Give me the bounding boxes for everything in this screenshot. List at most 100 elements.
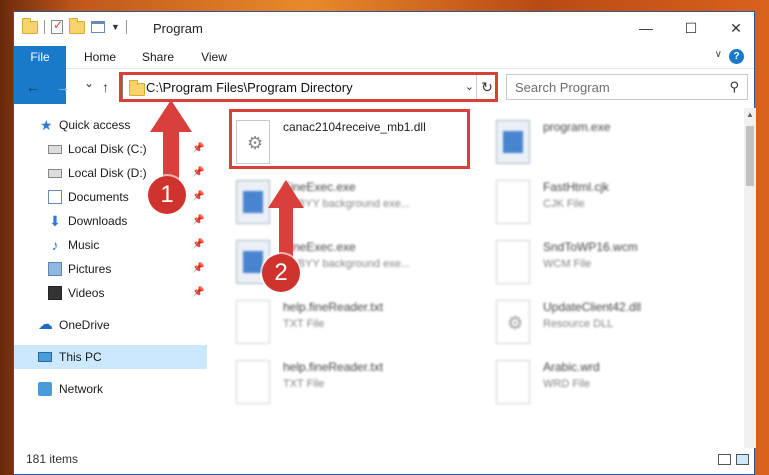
separator bbox=[125, 20, 127, 34]
tab-home[interactable]: Home bbox=[78, 46, 122, 68]
download-icon: ⬇ bbox=[49, 213, 61, 229]
scrollbar-thumb[interactable] bbox=[746, 126, 754, 186]
sidebar-item-label: Documents bbox=[68, 190, 129, 204]
pin-icon[interactable]: 📌 bbox=[192, 257, 204, 281]
sidebar-item-pictures[interactable]: Pictures 📌 bbox=[14, 257, 207, 281]
properties-icon[interactable] bbox=[91, 21, 105, 33]
search-input[interactable]: Search Program ⚲ bbox=[506, 74, 748, 100]
exe-file-icon bbox=[496, 120, 530, 164]
sidebar-item-label: Videos bbox=[68, 286, 105, 300]
file-name: UpdateClient42.dll bbox=[543, 300, 642, 314]
sidebar-item-videos[interactable]: Videos 📌 bbox=[14, 281, 207, 305]
drive-icon bbox=[48, 145, 62, 154]
separator bbox=[44, 20, 45, 34]
file-item[interactable]: help.fineReader.txt TXT File bbox=[224, 294, 474, 352]
item-count: 181 items bbox=[26, 452, 79, 466]
gear-icon: ⚙ bbox=[507, 313, 524, 333]
details-view-icon[interactable] bbox=[718, 454, 731, 465]
arrow-up-icon bbox=[268, 180, 304, 264]
file-item[interactable]: FastHtml.cjk CJK File bbox=[484, 174, 734, 232]
file-item[interactable]: FineExec.exe ABBYY background exe... bbox=[224, 234, 474, 292]
sidebar-item-label: Music bbox=[68, 238, 100, 252]
pin-icon[interactable]: 📌 bbox=[192, 281, 204, 305]
videos-icon bbox=[48, 286, 62, 300]
file-name: Arabic.wrd bbox=[543, 360, 600, 374]
sidebar-item-label: Quick access bbox=[59, 118, 131, 132]
forward-button[interactable]: → bbox=[56, 79, 70, 95]
sidebar-item-label: Network bbox=[59, 382, 104, 396]
quick-access-toolbar: ▼ bbox=[22, 17, 127, 34]
sidebar-item-network[interactable]: Network bbox=[14, 377, 207, 401]
exe-file-icon bbox=[236, 180, 270, 224]
cloud-icon: ☁ bbox=[38, 316, 53, 333]
sidebar-item-music[interactable]: ♪ Music 📌 bbox=[14, 233, 207, 257]
star-icon: ★ bbox=[40, 117, 53, 133]
txt-file-icon bbox=[236, 360, 270, 404]
vertical-scrollbar[interactable]: ▲ bbox=[744, 108, 756, 448]
help-icon[interactable]: ? bbox=[729, 49, 744, 64]
file-name: help.fineReader.txt bbox=[283, 300, 384, 314]
file-icon bbox=[496, 360, 530, 404]
sidebar-item-label: Local Disk (D:) bbox=[68, 166, 147, 180]
customize-dropdown-icon[interactable]: ▼ bbox=[111, 22, 120, 32]
search-placeholder: Search Program bbox=[515, 80, 610, 95]
file-icon bbox=[496, 240, 530, 284]
sidebar-item-label: This PC bbox=[59, 350, 102, 364]
tab-share[interactable]: Share bbox=[136, 46, 180, 68]
sidebar-item-label: Local Disk (C:) bbox=[68, 142, 147, 156]
minimize-button[interactable]: — bbox=[631, 20, 661, 36]
dll-file-icon: ⚙ bbox=[496, 300, 530, 344]
computer-icon bbox=[38, 352, 52, 362]
file-name: SndToWP16.wcm bbox=[543, 240, 638, 254]
file-type: CJK File bbox=[543, 198, 585, 210]
maximize-button[interactable]: ☐ bbox=[676, 20, 706, 37]
sidebar-item-this-pc[interactable]: This PC bbox=[14, 345, 207, 369]
file-name: help.fineReader.txt bbox=[283, 360, 384, 374]
tab-view[interactable]: View bbox=[194, 46, 234, 68]
recent-locations-button[interactable]: ⌄ bbox=[84, 76, 94, 90]
title-bar: ▼ Program — ☐ ✕ bbox=[14, 12, 754, 46]
file-type: Resource DLL bbox=[543, 318, 614, 330]
step-badge-1: 1 bbox=[148, 176, 186, 214]
file-type: TXT File bbox=[283, 378, 325, 390]
file-type: TXT File bbox=[283, 318, 325, 330]
properties-check-icon[interactable] bbox=[51, 18, 63, 34]
pictures-icon bbox=[48, 262, 62, 276]
file-item[interactable]: program.exe bbox=[484, 114, 734, 172]
step-badge-2: 2 bbox=[262, 254, 300, 292]
sidebar-item-label: OneDrive bbox=[59, 318, 110, 332]
documents-icon bbox=[48, 190, 62, 204]
sidebar-item-label: Downloads bbox=[68, 214, 128, 228]
pin-icon[interactable]: 📌 bbox=[192, 233, 204, 257]
back-button[interactable]: ← bbox=[26, 79, 40, 95]
sidebar-item-downloads[interactable]: ⬇ Downloads 📌 bbox=[14, 209, 207, 233]
sidebar-item-label: Pictures bbox=[68, 262, 112, 276]
file-item[interactable]: FineExec.exe ABBYY background exe... bbox=[224, 174, 474, 232]
sidebar-item-onedrive[interactable]: ☁ OneDrive bbox=[14, 313, 207, 337]
txt-file-icon bbox=[236, 300, 270, 344]
large-icons-view-icon[interactable] bbox=[736, 454, 749, 465]
network-icon bbox=[38, 382, 52, 396]
file-type: WRD File bbox=[543, 378, 591, 390]
status-bar: 181 items bbox=[14, 446, 754, 474]
drive-icon bbox=[48, 169, 62, 178]
file-name: program.exe bbox=[543, 120, 611, 134]
search-icon[interactable]: ⚲ bbox=[729, 79, 739, 95]
file-item[interactable]: SndToWP16.wcm WCM File bbox=[484, 234, 734, 292]
pin-icon[interactable]: 📌 bbox=[192, 209, 204, 233]
file-icon bbox=[496, 180, 530, 224]
new-folder-icon[interactable] bbox=[69, 17, 85, 34]
up-button[interactable]: ↑ bbox=[102, 79, 109, 95]
music-icon: ♪ bbox=[51, 237, 59, 253]
expand-ribbon-icon[interactable]: ∨ bbox=[715, 49, 722, 60]
close-button[interactable]: ✕ bbox=[721, 20, 751, 37]
file-item[interactable]: ⚙ UpdateClient42.dll Resource DLL bbox=[484, 294, 734, 352]
file-item[interactable]: Arabic.wrd WRD File bbox=[484, 354, 734, 412]
window-title: Program bbox=[153, 21, 203, 36]
scroll-up-icon[interactable]: ▲ bbox=[746, 110, 754, 119]
file-name: FastHtml.cjk bbox=[543, 180, 609, 194]
folder-icon bbox=[22, 17, 38, 34]
file-item[interactable]: help.fineReader.txt TXT File bbox=[224, 354, 474, 412]
file-type: WCM File bbox=[543, 258, 592, 270]
highlight-dll-file bbox=[229, 109, 470, 169]
